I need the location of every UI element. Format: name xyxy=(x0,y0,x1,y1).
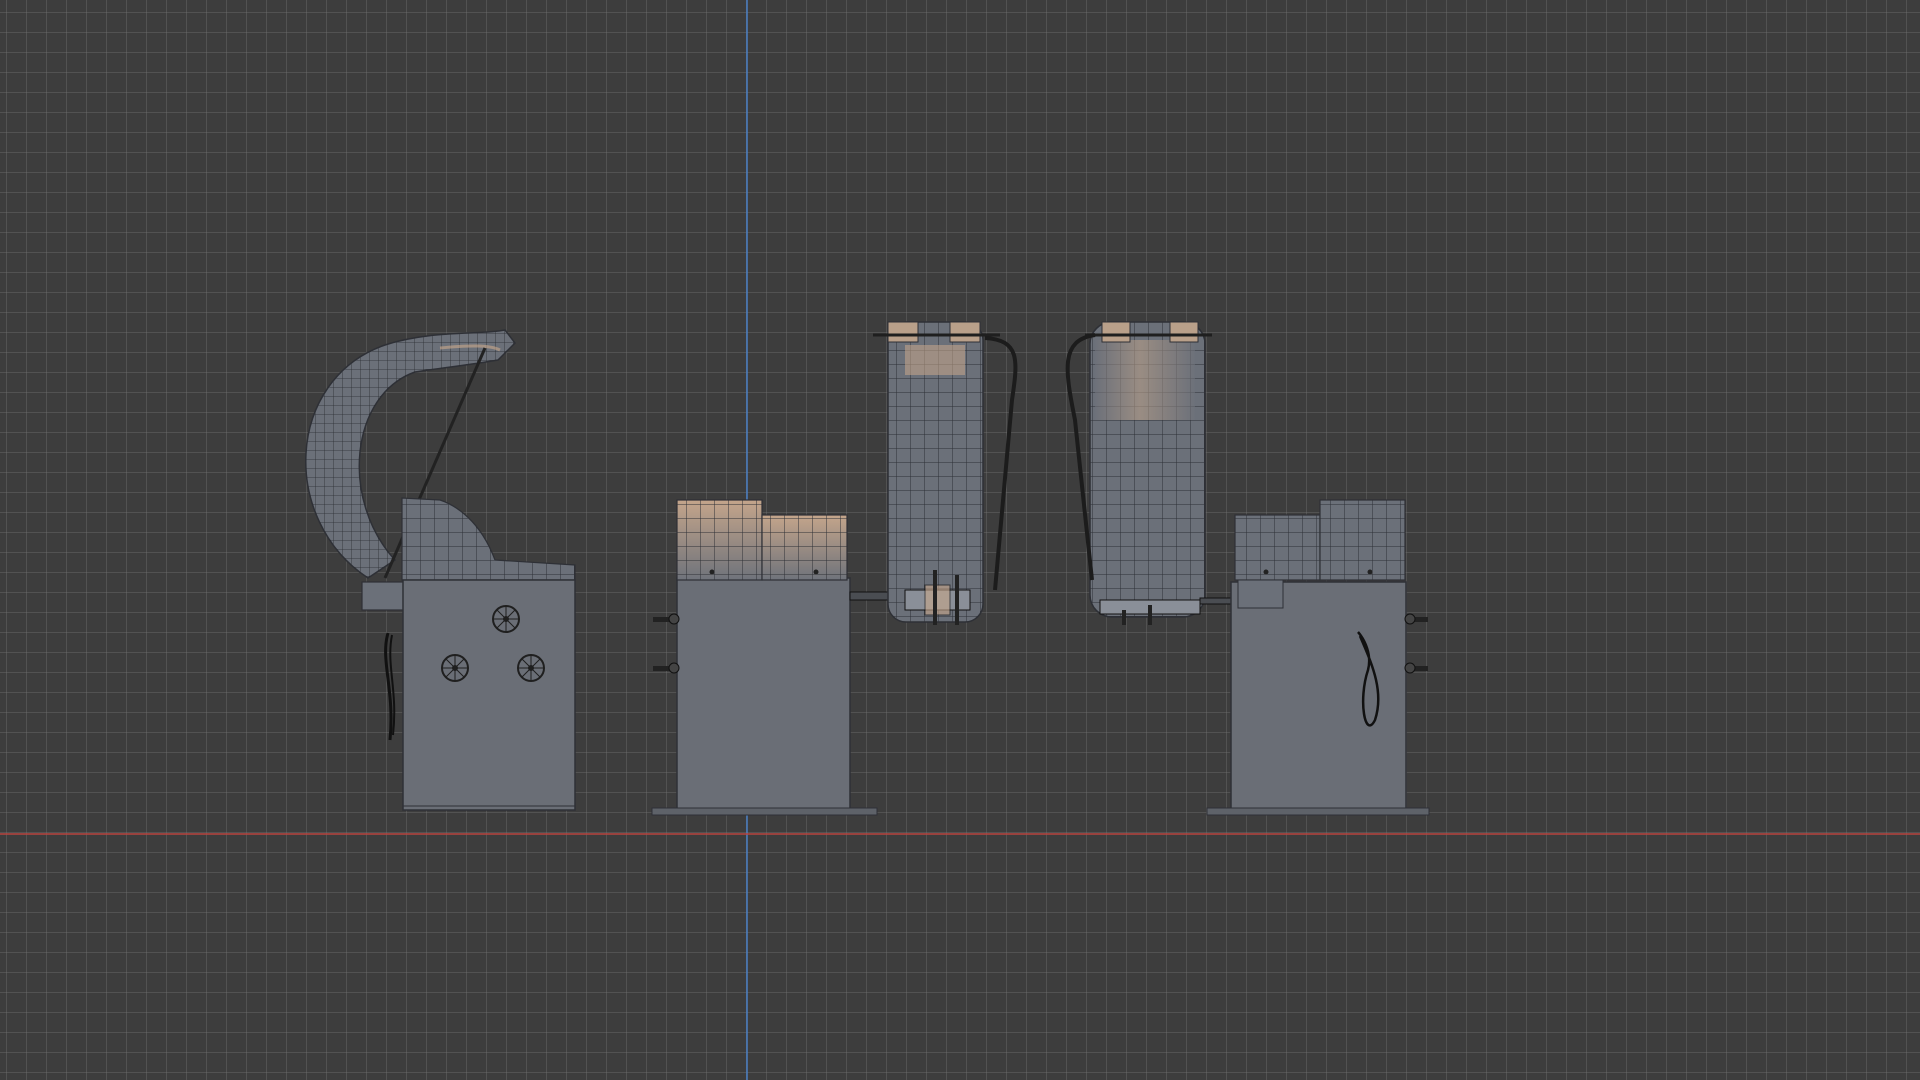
shaft-block xyxy=(361,581,405,611)
wheel-balancer-side-view[interactable] xyxy=(305,329,576,811)
3d-viewport[interactable] xyxy=(0,0,1920,1080)
back-body xyxy=(1230,581,1407,811)
wheel-balancer-front-view[interactable] xyxy=(651,499,911,816)
wheel-guard-hood-back[interactable] xyxy=(1065,321,1241,625)
wheel-balancer-back-view[interactable] xyxy=(1206,499,1430,816)
front-body xyxy=(676,577,851,811)
viewport-scene[interactable] xyxy=(0,0,1920,1080)
machine-body xyxy=(402,579,576,811)
weight-holder-icon xyxy=(517,654,545,682)
weight-holder-icon xyxy=(492,605,520,633)
wheel-guard-hood-front[interactable] xyxy=(873,321,1018,625)
base-plate xyxy=(651,807,878,816)
base-plate xyxy=(1206,807,1430,816)
hood-cable xyxy=(984,336,1018,591)
weight-holder-icon xyxy=(441,654,469,682)
